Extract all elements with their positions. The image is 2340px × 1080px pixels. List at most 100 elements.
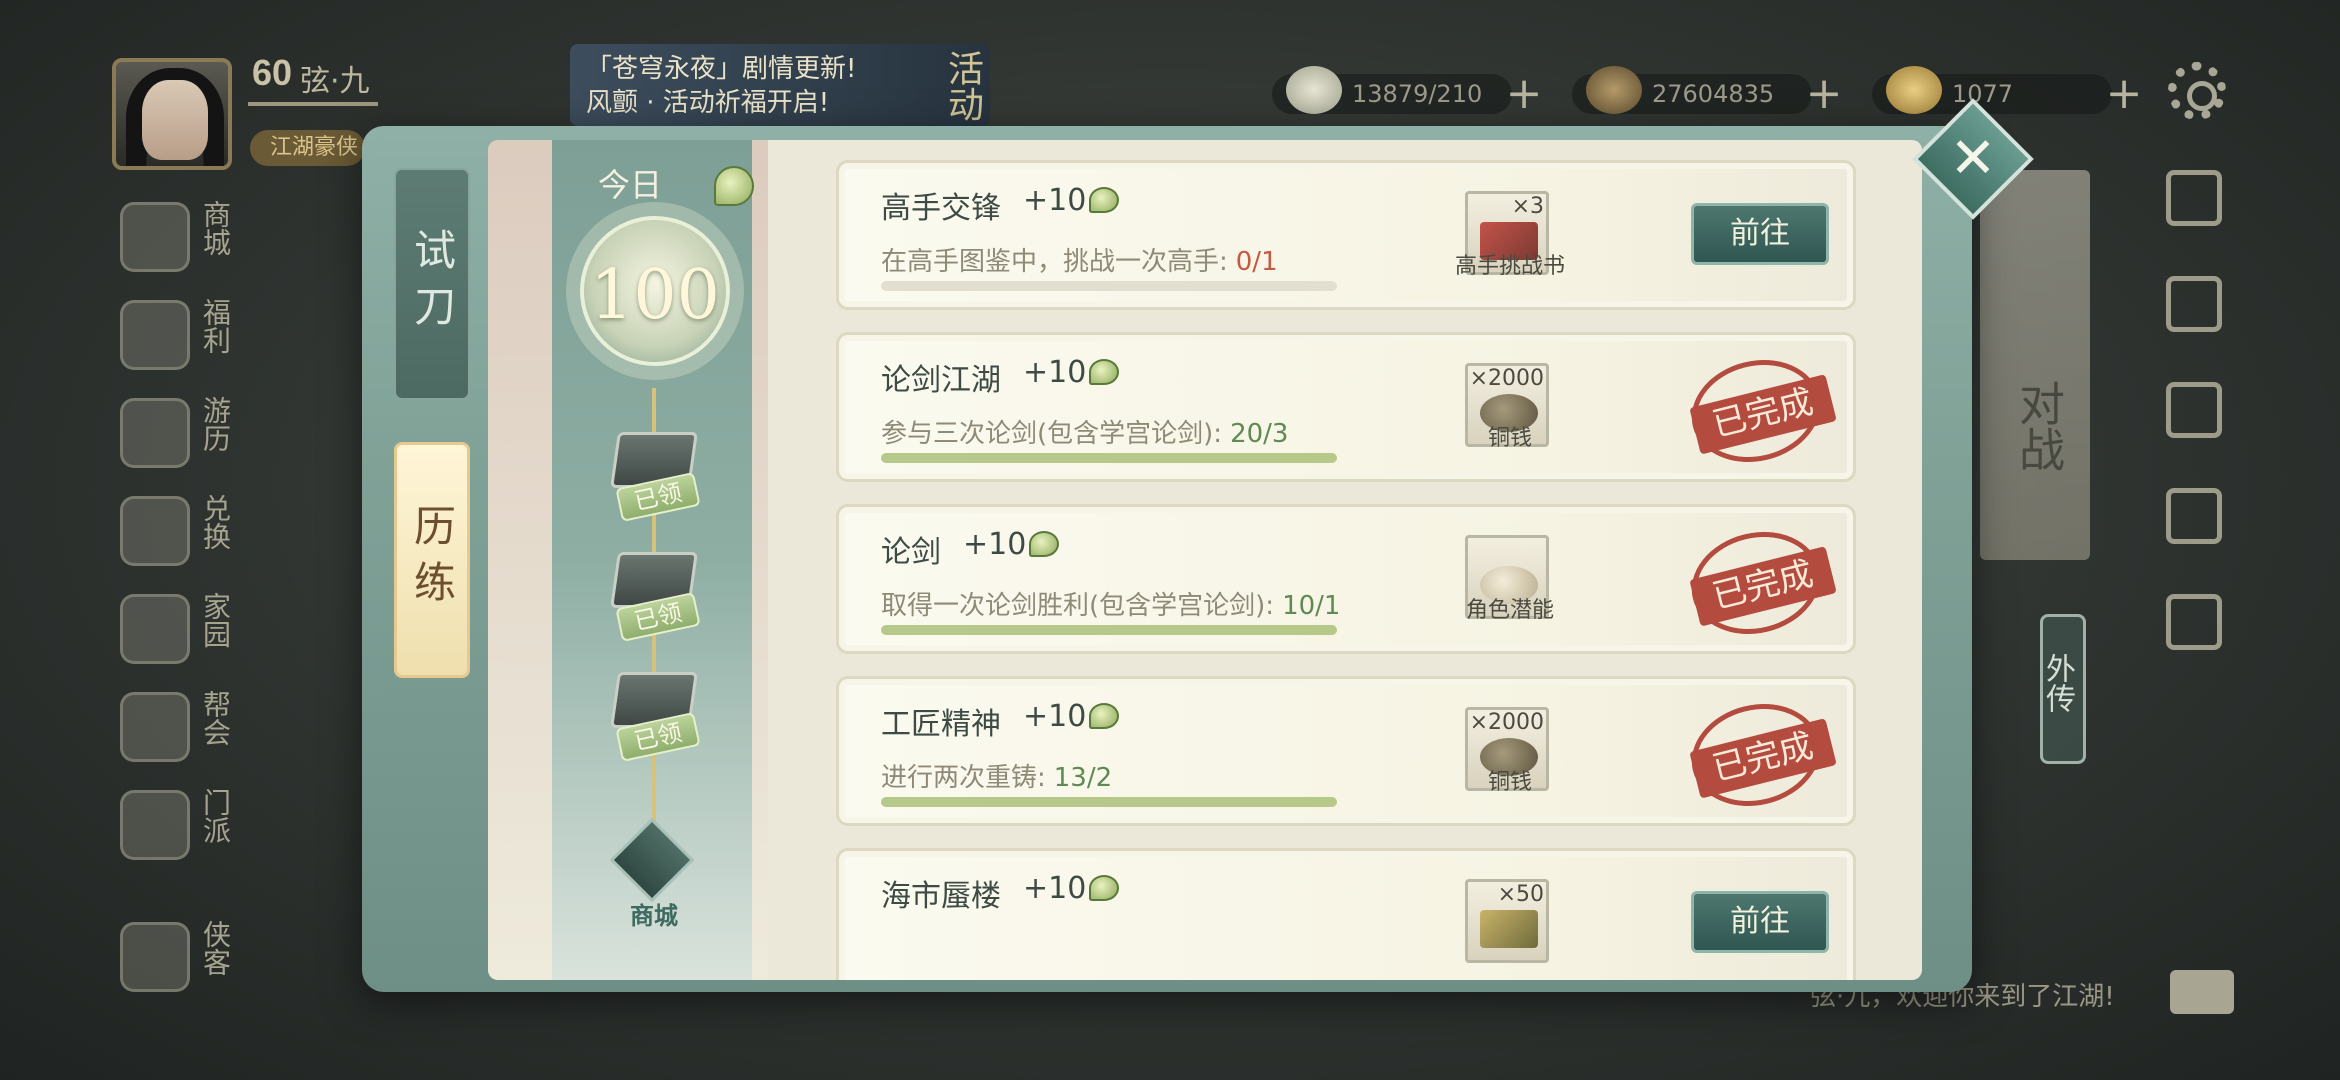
milestone-chest-1[interactable]: 已领 [606, 432, 702, 522]
reward-name: 高手挑战书 [1454, 254, 1565, 279]
tab-training[interactable]: 历练 [394, 442, 470, 678]
completed-label: 已完成 [1689, 546, 1837, 627]
activity-leaf-icon [714, 166, 754, 206]
task-title: 海市蜃楼 [881, 879, 1001, 914]
task-title: 论剑江湖 [881, 363, 1001, 398]
completed-stamp: 已完成 [1680, 346, 1837, 476]
reward-name: 角色潜能 [1465, 598, 1554, 623]
progress-bar [881, 281, 1337, 291]
fist-icon[interactable] [2166, 170, 2222, 226]
task-desc-text: 取得一次论剑胜利(包含学宫论剑): [881, 591, 1275, 621]
task-points: +10 [1023, 355, 1087, 390]
nav-label: 兑换 [199, 494, 232, 550]
checklist-icon[interactable] [2166, 488, 2222, 544]
settings-gear-icon[interactable] [2168, 62, 2226, 120]
training-dialog: 试刀 历练 今日 100 已领 已领 已领 商城 高手交锋 +10 在高手图鉴中… [362, 98, 2034, 992]
nav-home[interactable]: 家园 [116, 586, 236, 684]
today-score-circle: 100 [580, 216, 730, 366]
book-icon[interactable] [2166, 594, 2222, 650]
guild-icon [120, 692, 190, 762]
daily-progress-column: 今日 100 已领 已领 已领 商城 [552, 140, 754, 980]
resource-coins-value: 27604835 [1652, 80, 1775, 108]
bun-icon [1286, 66, 1342, 114]
banner-badge: 活动 [942, 50, 983, 122]
progress-bar [881, 453, 1337, 463]
activity-leaf-icon [1089, 359, 1119, 385]
shop-diamond-icon [609, 817, 695, 903]
activity-leaf-icon [1089, 703, 1119, 729]
task-progress: 20/3 [1230, 419, 1289, 449]
reward-item[interactable]: ×2000 铜钱 [1465, 363, 1549, 451]
dialog-shop-button[interactable]: 商城 [609, 817, 695, 940]
banner-line-2: 风颤 · 活动祈福开启! [586, 88, 830, 118]
task-desc-text: 参与三次论剑(包含学宫论剑): [881, 419, 1223, 449]
resource-buns: 13879/210 [1272, 66, 1512, 114]
nav-shop[interactable]: 商城 [116, 194, 236, 292]
scroll-icon[interactable] [2166, 382, 2222, 438]
nav-label: 帮会 [199, 690, 232, 746]
nav-travel[interactable]: 游历 [116, 390, 236, 488]
welfare-icon [120, 300, 190, 370]
completed-label: 已完成 [1689, 374, 1837, 455]
event-banner[interactable]: 「苍穹永夜」剧情更新! 风颤 · 活动祈福开启! 活动 [570, 44, 990, 126]
player-title-tag[interactable]: 江湖豪侠 [250, 130, 365, 166]
cards-icon[interactable] [2166, 276, 2222, 332]
nav-label: 游历 [199, 396, 232, 452]
reward-item[interactable]: ×2000 铜钱 [1465, 707, 1549, 795]
reward-item[interactable]: ×50 [1465, 879, 1549, 963]
task-title: 论剑 [881, 535, 941, 570]
today-score: 100 [590, 256, 720, 335]
task-points: +10 [1023, 183, 1087, 218]
chat-bubble-icon[interactable] [2170, 970, 2234, 1014]
nav-sect[interactable]: 门派 [116, 782, 236, 880]
task-list[interactable]: 高手交锋 +10 在高手图鉴中，挑战一次高手: 0/1 ×3 高手挑战书 前往 论… [836, 160, 1866, 980]
task-points: +10 [1023, 871, 1087, 906]
task-desc-text: 进行两次重铸: [881, 763, 1046, 793]
nav-label: 家园 [199, 592, 232, 648]
go-button[interactable]: 前往 [1691, 891, 1829, 953]
nav-label: 福利 [199, 298, 232, 354]
milestone-chest-2[interactable]: 已领 [606, 552, 702, 642]
reward-qty: ×2000 [1469, 366, 1544, 391]
progress-fill [881, 625, 1337, 635]
task-title: 工匠精神 [881, 707, 1001, 742]
side-story-button[interactable]: 外传 [2040, 614, 2086, 764]
level-arrow [248, 102, 378, 106]
left-nav: 商城 福利 游历 兑换 家园 帮会 门派 侠客 [116, 194, 236, 1012]
add-ingots-button[interactable]: + [2102, 72, 2146, 118]
completed-stamp: 已完成 [1680, 518, 1837, 648]
add-buns-button[interactable]: + [1502, 72, 1546, 118]
resource-ingots: 1077 [1872, 66, 2112, 114]
task-card: 论剑 +10 取得一次论剑胜利(包含学宫论剑): 10/1 角色潜能 已完成 [836, 504, 1856, 654]
activity-leaf-icon [1089, 875, 1119, 901]
reward-item[interactable]: ×3 高手挑战书 [1455, 191, 1565, 279]
completed-stamp: 已完成 [1680, 690, 1837, 820]
player-name: 弦·九 [300, 64, 370, 99]
exchange-icon [120, 496, 190, 566]
reward-item[interactable]: 角色潜能 [1465, 535, 1554, 623]
task-card: 高手交锋 +10 在高手图鉴中，挑战一次高手: 0/1 ×3 高手挑战书 前往 [836, 160, 1856, 310]
coin-icon [1586, 66, 1642, 114]
banner-line-1: 「苍穹永夜」剧情更新! [586, 54, 857, 84]
nav-label: 侠客 [199, 920, 232, 976]
nav-label: 门派 [199, 788, 232, 844]
nav-label: 商城 [199, 200, 232, 256]
task-points: +10 [1023, 699, 1087, 734]
bamboo-icon [1480, 910, 1538, 948]
task-desc: 取得一次论剑胜利(包含学宫论剑): 10/1 [881, 585, 1340, 622]
progress-fill [881, 453, 1337, 463]
dialog-content: 今日 100 已领 已领 已领 商城 高手交锋 +10 在高手图鉴中，挑战一次高… [488, 140, 1922, 980]
player-avatar[interactable] [112, 58, 232, 170]
add-coins-button[interactable]: + [1802, 72, 1846, 118]
task-desc-text: 在高手图鉴中，挑战一次高手: [881, 247, 1228, 277]
task-progress: 0/1 [1235, 247, 1278, 277]
milestone-chest-3[interactable]: 已领 [606, 672, 702, 762]
nav-exchange[interactable]: 兑换 [116, 488, 236, 586]
go-button[interactable]: 前往 [1691, 203, 1829, 265]
battle-banner[interactable]: 对战 [1980, 170, 2090, 560]
nav-hero[interactable]: 侠客 [116, 914, 236, 1012]
tab-trial[interactable]: 试刀 [394, 168, 470, 400]
nav-guild[interactable]: 帮会 [116, 684, 236, 782]
task-card: 论剑江湖 +10 参与三次论剑(包含学宫论剑): 20/3 ×2000 铜钱 已完… [836, 332, 1856, 482]
nav-welfare[interactable]: 福利 [116, 292, 236, 390]
